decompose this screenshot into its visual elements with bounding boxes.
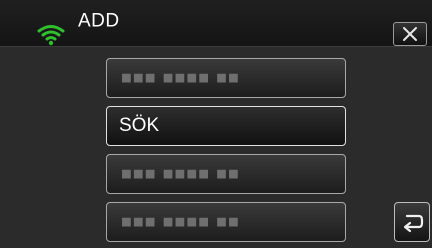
screen: ADD ■■■ ■■■■ ■■ SÖK ■■■ ■■■■ ■■ ■■■ ■■■■… xyxy=(0,0,432,248)
header-bar: ADD xyxy=(0,0,432,47)
network-item-4[interactable]: ■■■ ■■■■ ■■ xyxy=(106,202,346,242)
search-button[interactable]: SÖK xyxy=(106,106,346,146)
network-item-3[interactable]: ■■■ ■■■■ ■■ xyxy=(106,154,346,194)
back-icon xyxy=(403,214,424,233)
close-icon xyxy=(403,27,417,41)
masked-label: ■■■ ■■■■ ■■ xyxy=(121,211,240,232)
masked-label: ■■■ ■■■■ ■■ xyxy=(121,163,240,184)
search-label: SÖK xyxy=(119,115,160,136)
page-title: ADD xyxy=(78,10,120,32)
close-button[interactable] xyxy=(393,22,427,46)
wifi-icon xyxy=(37,25,65,46)
masked-label: ■■■ ■■■■ ■■ xyxy=(121,67,240,88)
network-item-1[interactable]: ■■■ ■■■■ ■■ xyxy=(106,58,346,98)
back-button[interactable] xyxy=(394,202,430,242)
